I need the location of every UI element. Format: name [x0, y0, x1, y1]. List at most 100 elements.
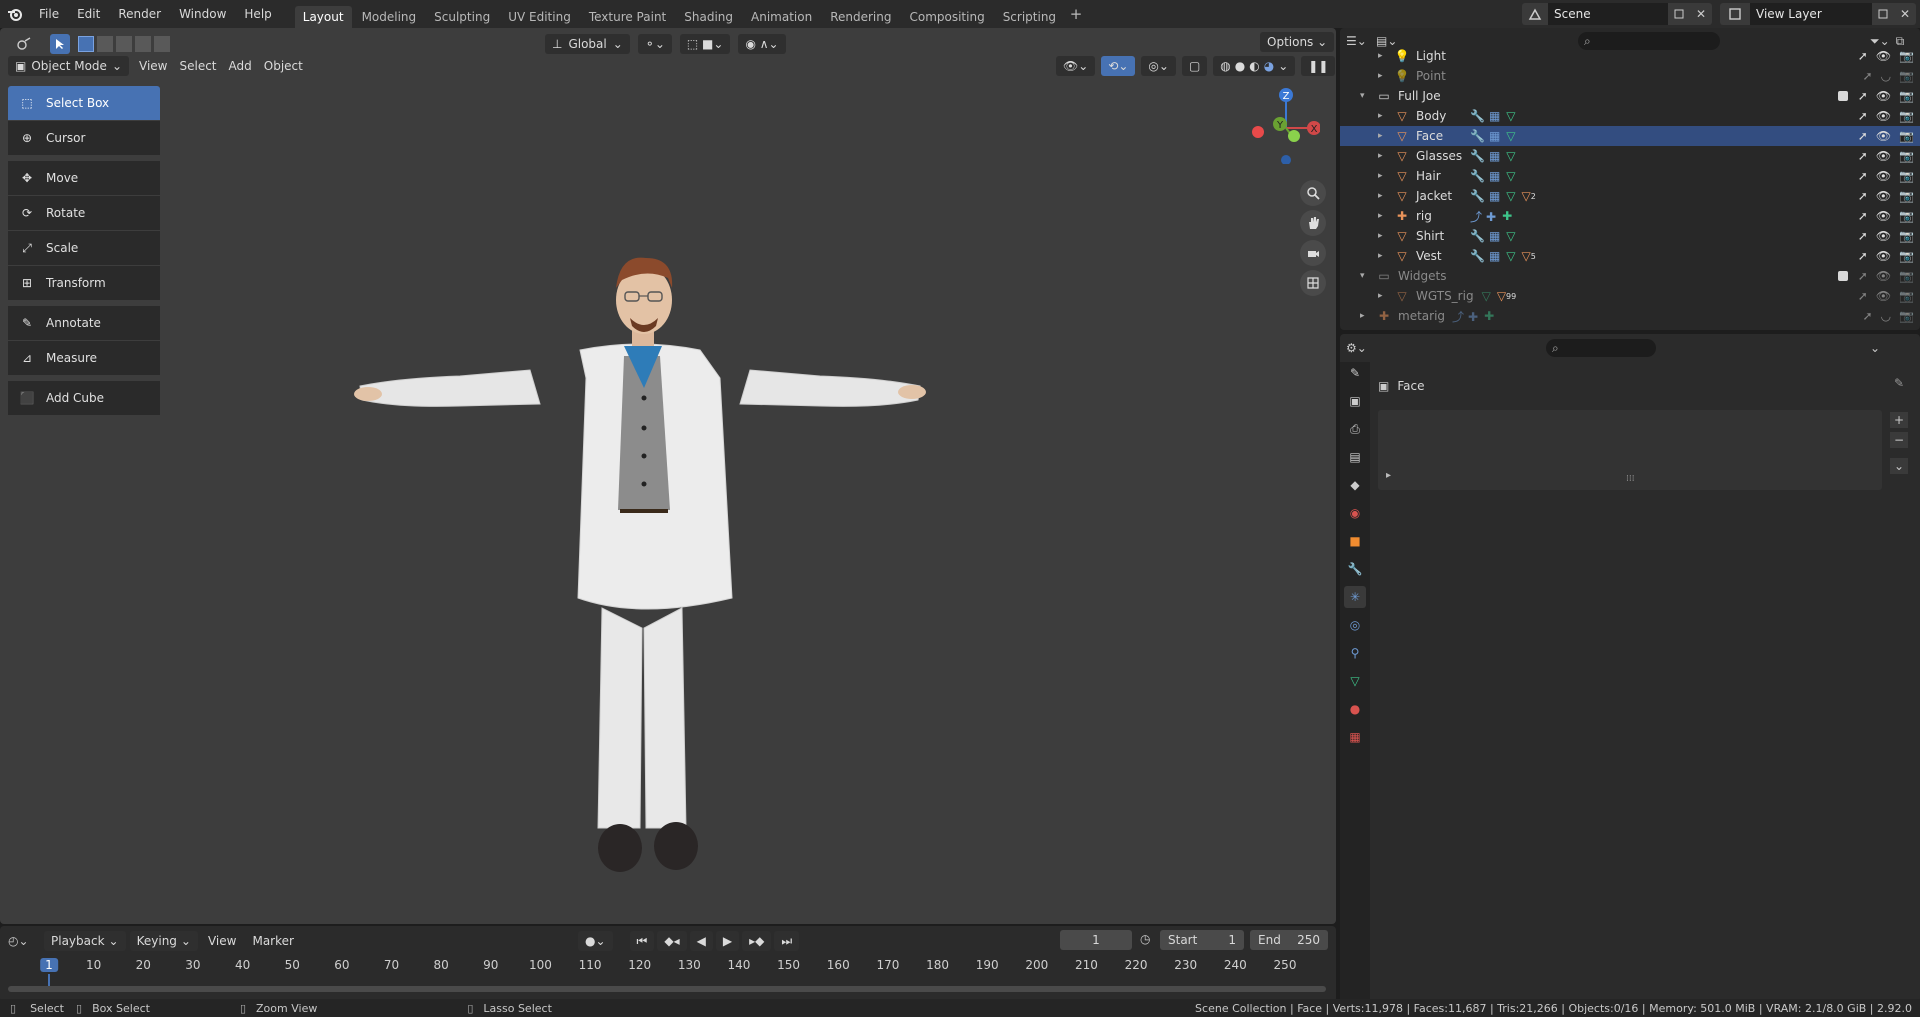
camera-render-icon[interactable]: 📷 — [1899, 89, 1914, 103]
viewport-menu-object[interactable]: Object — [258, 56, 309, 76]
selectable-toggle-icon[interactable]: ➚ — [1858, 289, 1868, 303]
menu-file[interactable]: File — [30, 0, 68, 28]
collection-checkbox[interactable] — [1838, 91, 1848, 101]
3d-viewport[interactable]: ⊥ Global ⌄ ⚬⌄ ⬚ ■⌄ ◉ ∧⌄ Options ⌄ ▣ Obje… — [0, 28, 1336, 924]
play-reverse-icon[interactable]: ◀ — [689, 931, 713, 951]
tool-move[interactable]: ✥ Move — [8, 161, 160, 195]
material-shading-icon[interactable]: ◐ — [1249, 56, 1259, 76]
delete-scene-icon[interactable]: ✕ — [1690, 3, 1712, 25]
camera-render-icon[interactable]: 📷 — [1899, 309, 1914, 323]
camera-render-icon[interactable]: 📷 — [1899, 209, 1914, 223]
camera-render-icon[interactable]: 📷 — [1899, 109, 1914, 123]
camera-render-icon[interactable]: 📷 — [1899, 289, 1914, 303]
rendered-shading-icon[interactable]: ◕ — [1264, 56, 1274, 76]
camera-view-icon[interactable] — [1300, 240, 1326, 266]
expand-arrow-icon[interactable]: ▸ — [1360, 311, 1374, 321]
tool-cursor[interactable]: ⊕ Cursor — [8, 121, 160, 155]
outliner-row-widgets[interactable]: ▾ ▭ Widgets ➚ 👁 📷 — [1340, 266, 1920, 286]
tab-rendering[interactable]: Rendering — [822, 6, 899, 28]
expand-arrow-icon[interactable]: ▸ — [1378, 211, 1392, 221]
options-dropdown[interactable]: Options ⌄ — [1260, 32, 1335, 52]
expand-arrow-icon[interactable]: ▸ — [1378, 231, 1392, 241]
expand-arrow-icon[interactable]: ▸ — [1378, 251, 1392, 261]
selectable-toggle-icon[interactable]: ➚ — [1858, 169, 1868, 183]
eye-icon[interactable]: 👁 — [1876, 129, 1891, 143]
selectable-toggle-icon[interactable]: ➚ — [1858, 89, 1868, 103]
expand-arrow-icon[interactable]: ▸ — [1386, 470, 1391, 481]
solid-shading-icon[interactable]: ● — [1235, 56, 1245, 76]
tool-select-box[interactable]: ⬚ Select Box — [8, 86, 160, 120]
timeline-menu-view[interactable]: View — [202, 931, 242, 951]
timeline-menu-keying[interactable]: Keying ⌄ — [129, 931, 198, 951]
object-data-icon[interactable]: ▽ — [1506, 229, 1515, 243]
viewport-menu-select[interactable]: Select — [173, 56, 222, 76]
material-badge-icon[interactable]: ▽ — [1497, 289, 1506, 303]
menu-edit[interactable]: Edit — [68, 0, 109, 28]
auto-keying-clock-icon[interactable]: ◷ — [1140, 932, 1150, 946]
properties-editor-type-icon[interactable]: ⚙⌄ — [1346, 341, 1376, 355]
properties-search-input[interactable]: ⌕ — [1546, 339, 1656, 357]
eye-icon[interactable]: 👁 — [1876, 249, 1891, 263]
visibility-dropdown[interactable]: 👁⌄ — [1056, 56, 1096, 76]
tool-add-cube[interactable]: ⬛ Add Cube — [8, 381, 160, 415]
selectable-toggle-icon[interactable]: ➚ — [1858, 209, 1868, 223]
modifier-tab-icon[interactable]: 🔧 — [1344, 558, 1366, 580]
tab-layout[interactable]: Layout — [294, 6, 352, 28]
timeline-editor-type-icon[interactable]: ◴⌄ — [8, 934, 40, 948]
selectable-toggle-icon[interactable]: ➚ — [1863, 69, 1873, 83]
outliner-row-point[interactable]: ▸ 💡 Point ➚ ◡ 📷 — [1340, 66, 1920, 86]
outliner-row-vest[interactable]: ▸ ▽ Vest 🔧▦ ▽ ▽ 5 ➚ 👁 📷 — [1340, 246, 1920, 266]
xray-toggle[interactable]: ▢ — [1181, 56, 1208, 76]
tab-scripting[interactable]: Scripting — [995, 6, 1064, 28]
eye-icon[interactable]: 👁 — [1876, 229, 1891, 243]
remove-icon[interactable]: − — [1890, 432, 1908, 448]
tab-shading[interactable]: Shading — [676, 6, 741, 28]
tool-transform[interactable]: ⊞ Transform — [8, 266, 160, 300]
tool-scale[interactable]: ⤢ Scale — [8, 231, 160, 265]
select-tool-mode-icon[interactable] — [50, 34, 70, 54]
add-icon[interactable]: + — [1890, 412, 1908, 428]
selectable-toggle-icon[interactable]: ➚ — [1858, 129, 1868, 143]
gizmo-toggle[interactable]: ⟲⌄ — [1101, 56, 1136, 76]
eye-icon[interactable]: 👁 — [1876, 49, 1891, 63]
view-layer-tab-icon[interactable]: ▤ — [1344, 446, 1366, 468]
tab-sculpting[interactable]: Sculpting — [426, 6, 498, 28]
camera-render-icon[interactable]: 📷 — [1899, 129, 1914, 143]
perspective-toggle-icon[interactable] — [1300, 270, 1326, 296]
pan-hand-icon[interactable] — [1300, 210, 1326, 236]
view-layer-selector[interactable]: View Layer ✕ — [1720, 3, 1916, 25]
object-data-icon[interactable]: ▽ — [1506, 249, 1515, 263]
particle-systems-list[interactable]: ▸ ⁞⁞⁞ — [1378, 410, 1882, 490]
selectable-toggle-icon[interactable]: ➚ — [1858, 249, 1868, 263]
pin-icon[interactable]: ✎ — [1894, 376, 1904, 390]
expand-arrow-icon[interactable]: ▸ — [1378, 71, 1392, 81]
collapse-arrow-icon[interactable]: ▾ — [1360, 271, 1374, 281]
camera-render-icon[interactable]: 📷 — [1899, 269, 1914, 283]
render-tab-icon[interactable]: ▣ — [1344, 390, 1366, 412]
texture-tab-icon[interactable]: ▦ — [1344, 726, 1366, 748]
expand-arrow-icon[interactable]: ▸ — [1378, 131, 1392, 141]
eye-icon[interactable]: ◡ — [1881, 309, 1891, 323]
editor-type-icon[interactable] — [8, 34, 40, 54]
add-workspace-icon[interactable]: + — [1066, 5, 1086, 23]
play-icon[interactable]: ▶ — [715, 931, 740, 951]
camera-render-icon[interactable]: 📷 — [1899, 69, 1914, 83]
expand-arrow-icon[interactable]: ▸ — [1378, 151, 1392, 161]
tool-rotate[interactable]: ⟳ Rotate — [8, 196, 160, 230]
scene-tab-icon[interactable]: ◆ — [1344, 474, 1366, 496]
material-badge-icon[interactable]: ▽ — [1522, 249, 1531, 263]
character-model[interactable] — [340, 228, 940, 888]
outliner-row-light[interactable]: ▸ 💡 Light ➚ 👁 📷 — [1340, 46, 1920, 66]
object-data-icon[interactable]: ▽ — [1482, 289, 1491, 303]
menu-help[interactable]: Help — [235, 0, 280, 28]
viewport-menu-view[interactable]: View — [133, 56, 173, 76]
outliner-row-glasses[interactable]: ▸ ▽ Glasses 🔧▦ ▽ ➚ 👁 📷 — [1340, 146, 1920, 166]
eye-icon[interactable]: 👁 — [1876, 209, 1891, 223]
expand-arrow-icon[interactable]: ▸ — [1378, 171, 1392, 181]
menu-window[interactable]: Window — [170, 0, 235, 28]
constraints-tab-icon[interactable]: ⚲ — [1344, 642, 1366, 664]
object-data-icon[interactable]: ✚ — [1502, 209, 1512, 223]
physics-tab-icon[interactable]: ◎ — [1344, 614, 1366, 636]
material-badge-icon[interactable]: ▽ — [1522, 189, 1531, 203]
set-new-selection-icon[interactable] — [78, 36, 94, 52]
